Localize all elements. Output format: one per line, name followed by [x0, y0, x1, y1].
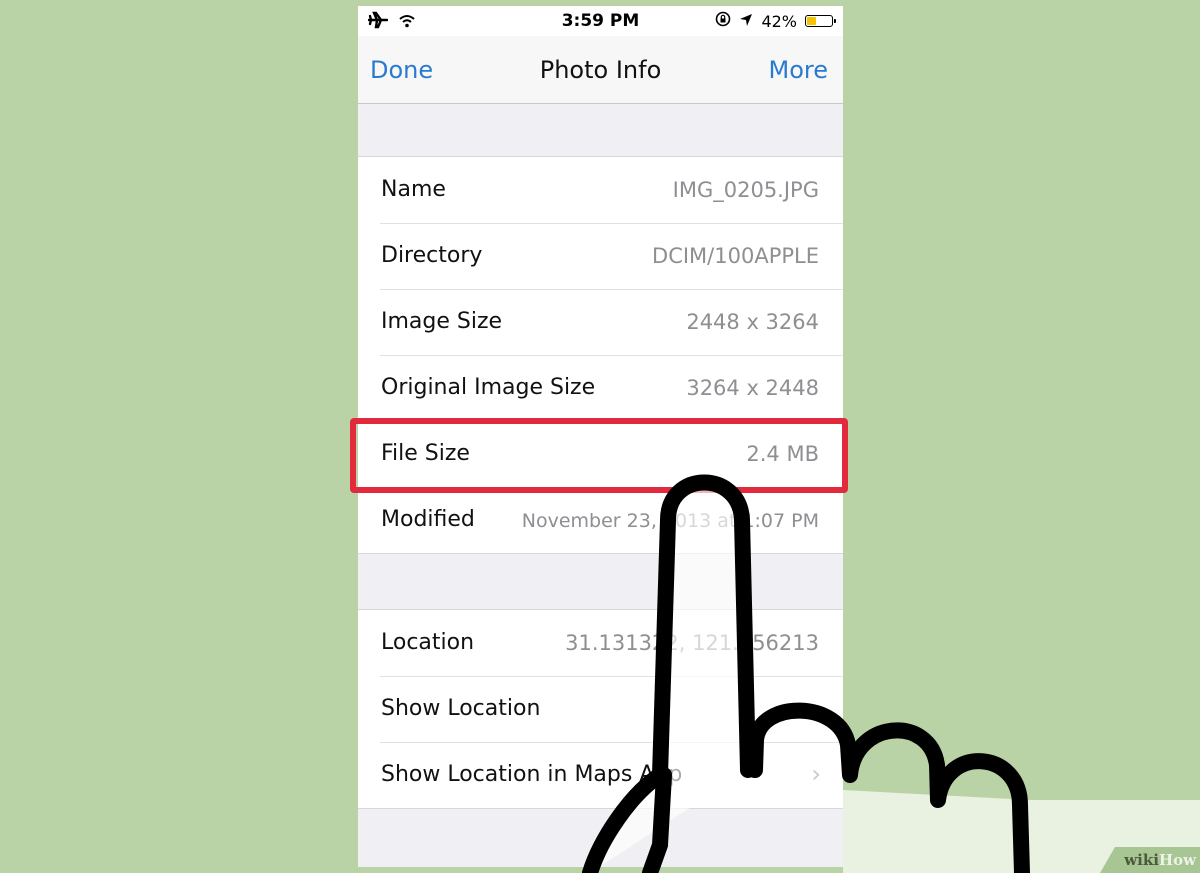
file-info-group: Name IMG_0205.JPG Directory DCIM/100APPL…: [358, 156, 843, 554]
navigation-bar: Done Photo Info More: [358, 36, 843, 104]
location-arrow-icon: [739, 12, 753, 31]
watermark-how: How: [1158, 851, 1196, 869]
battery-percent: 42%: [761, 11, 797, 31]
row-label: Show Location in Maps App: [381, 762, 683, 787]
row-modified[interactable]: Modified November 23, 2013 at 1:07 PM: [358, 487, 843, 553]
row-value: November 23, 2013 at 1:07 PM: [521, 510, 819, 532]
rotation-lock-icon: [715, 11, 731, 31]
row-label: Modified: [381, 507, 475, 532]
watermark-wiki: wiki: [1124, 851, 1159, 869]
row-label: Directory: [381, 243, 483, 268]
wikihow-watermark: wiki How: [1100, 847, 1200, 873]
row-label: Location: [381, 630, 475, 655]
row-label: Show Location: [381, 696, 541, 721]
location-group: Location 31.131322, 121.356213 Show Loca…: [358, 609, 843, 809]
battery-icon: [805, 15, 836, 27]
row-show-location[interactable]: Show Location: [358, 676, 843, 742]
more-button[interactable]: More: [769, 56, 829, 84]
row-image-size[interactable]: Image Size 2448 x 3264: [358, 289, 843, 355]
row-label: Image Size: [381, 309, 503, 334]
file-size-highlight-box: [350, 418, 848, 493]
status-bar: 3:59 PM 42%: [358, 6, 843, 36]
row-original-image-size[interactable]: Original Image Size 3264 x 2448: [358, 355, 843, 421]
row-value: IMG_0205.JPG: [672, 178, 819, 202]
row-location[interactable]: Location 31.131322, 121.356213: [358, 610, 843, 676]
row-label: Original Image Size: [381, 375, 596, 400]
battery-fill: [807, 17, 817, 25]
row-label: Name: [381, 177, 446, 202]
row-value: DCIM/100APPLE: [652, 244, 819, 268]
row-show-location-in-maps[interactable]: Show Location in Maps App ›: [358, 742, 843, 808]
row-name[interactable]: Name IMG_0205.JPG: [358, 157, 843, 223]
row-value: 31.131322, 121.356213: [565, 631, 819, 655]
row-directory[interactable]: Directory DCIM/100APPLE: [358, 223, 843, 289]
row-value: 2448 x 3264: [686, 310, 819, 334]
row-value: 3264 x 2448: [686, 376, 819, 400]
chevron-right-icon: ›: [811, 760, 821, 788]
